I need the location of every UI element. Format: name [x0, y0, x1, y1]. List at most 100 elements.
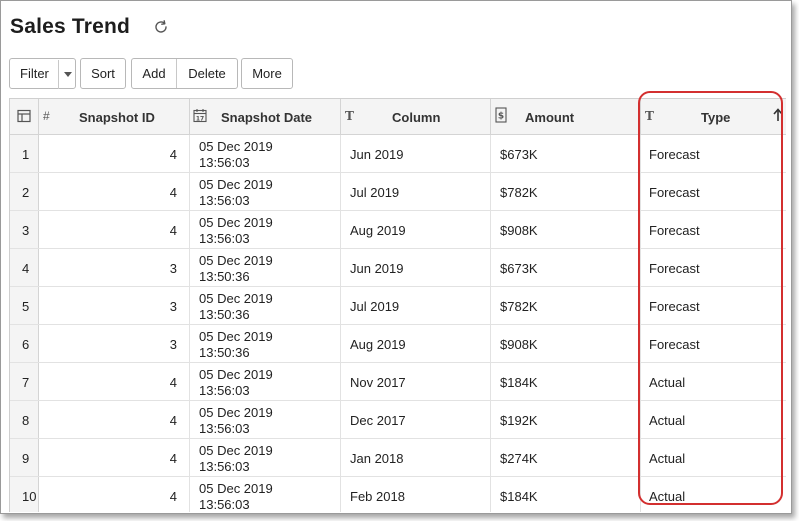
- type-cell[interactable]: Actual: [641, 363, 786, 400]
- column-header-label: Amount: [525, 110, 575, 125]
- amount-cell[interactable]: $184K: [491, 477, 641, 512]
- column-cell[interactable]: Aug 2019: [341, 325, 491, 362]
- snapshot-date-cell[interactable]: 05 Dec 2019 13:50:36: [190, 249, 341, 286]
- amount-cell[interactable]: $908K: [491, 325, 641, 362]
- sort-up-arrow-icon[interactable]: [773, 108, 783, 125]
- type-cell[interactable]: Forecast: [641, 135, 786, 172]
- more-label: More: [252, 66, 282, 81]
- column-header-snapshot-id[interactable]: # Snapshot ID: [39, 99, 190, 135]
- amount-cell[interactable]: $673K: [491, 249, 641, 286]
- amount-text: $908K: [500, 337, 538, 352]
- delete-button[interactable]: Delete: [177, 59, 237, 88]
- table-row[interactable]: 4 3 05 Dec 2019 13:50:36 Jun 2019 $673K Foreca…: [10, 249, 786, 287]
- column-header-label: Column: [392, 110, 441, 125]
- amount-cell[interactable]: $274K: [491, 439, 641, 476]
- amount-cell[interactable]: $782K: [491, 173, 641, 210]
- snapshot-id-cell[interactable]: 3: [39, 325, 190, 362]
- snapshot-date-text: 05 Dec 2019: [199, 253, 273, 268]
- snapshot-date-cell[interactable]: 05 Dec 2019 13:50:36: [190, 287, 341, 324]
- snapshot-date-cell[interactable]: 05 Dec 2019 13:56:03: [190, 363, 341, 400]
- column-cell[interactable]: Dec 2017: [341, 401, 491, 438]
- amount-text: $192K: [500, 413, 538, 428]
- filter-button[interactable]: Filter: [9, 58, 76, 89]
- snapshot-date-cell[interactable]: 05 Dec 2019 13:56:03: [190, 477, 341, 512]
- column-cell[interactable]: Jun 2019: [341, 135, 491, 172]
- column-cell[interactable]: Nov 2017: [341, 363, 491, 400]
- column-cell[interactable]: Feb 2018: [341, 477, 491, 512]
- table-row[interactable]: 10 4 05 Dec 2019 13:56:03 Feb 2018 $184K Actua…: [10, 477, 786, 512]
- amount-cell[interactable]: $908K: [491, 211, 641, 248]
- column-cell[interactable]: Jul 2019: [341, 173, 491, 210]
- amount-cell[interactable]: $673K: [491, 135, 641, 172]
- column-header-label: Snapshot Date: [221, 110, 313, 125]
- row-number-cell[interactable]: 8: [10, 401, 39, 438]
- snapshot-id-cell[interactable]: 4: [39, 439, 190, 476]
- refresh-icon[interactable]: [152, 18, 170, 36]
- table-row[interactable]: 7 4 05 Dec 2019 13:56:03 Nov 2017 $184K Actual: [10, 363, 786, 401]
- column-header-amount[interactable]: $ Amount: [491, 99, 641, 135]
- column-header-type[interactable]: T Type: [641, 99, 786, 135]
- type-cell[interactable]: Forecast: [641, 325, 786, 362]
- snapshot-date-cell[interactable]: 05 Dec 2019 13:56:03: [190, 211, 341, 248]
- snapshot-id-cell[interactable]: 4: [39, 211, 190, 248]
- amount-cell[interactable]: $192K: [491, 401, 641, 438]
- table-layout-icon[interactable]: [17, 109, 31, 126]
- row-number-cell[interactable]: 1: [10, 135, 39, 172]
- amount-text: $782K: [500, 185, 538, 200]
- chevron-down-icon[interactable]: [64, 72, 72, 77]
- row-number-cell[interactable]: 6: [10, 325, 39, 362]
- snapshot-id-cell[interactable]: 4: [39, 477, 190, 512]
- row-number-cell[interactable]: 2: [10, 173, 39, 210]
- type-cell[interactable]: Forecast: [641, 287, 786, 324]
- snapshot-date-cell[interactable]: 05 Dec 2019 13:56:03: [190, 439, 341, 476]
- table-row[interactable]: 5 3 05 Dec 2019 13:50:36 Jul 2019 $782K Foreca…: [10, 287, 786, 325]
- table-row[interactable]: 1 4 05 Dec 2019 13:56:03 Jun 2019 $673K Foreca…: [10, 135, 786, 173]
- snapshot-date-cell[interactable]: 05 Dec 2019 13:56:03: [190, 401, 341, 438]
- type-cell[interactable]: Forecast: [641, 211, 786, 248]
- row-number-text: 5: [22, 299, 30, 314]
- type-cell[interactable]: Actual: [641, 439, 786, 476]
- snapshot-id-cell[interactable]: 4: [39, 173, 190, 210]
- type-cell[interactable]: Actual: [641, 477, 786, 512]
- row-number-cell[interactable]: 7: [10, 363, 39, 400]
- amount-cell[interactable]: $184K: [491, 363, 641, 400]
- table-row[interactable]: 3 4 05 Dec 2019 13:56:03 Aug 2019 $908K Foreca…: [10, 211, 786, 249]
- column-text: Jul 2019: [350, 299, 400, 314]
- table-row[interactable]: 6 3 05 Dec 2019 13:50:36 Aug 2019 $908K Foreca…: [10, 325, 786, 363]
- column-cell[interactable]: Jun 2019: [341, 249, 491, 286]
- row-number-text: 9: [22, 451, 30, 466]
- snapshot-id-cell[interactable]: 4: [39, 401, 190, 438]
- type-cell[interactable]: Forecast: [641, 249, 786, 286]
- row-number-cell[interactable]: 10: [10, 477, 39, 512]
- snapshot-date-cell[interactable]: 05 Dec 2019 13:56:03: [190, 135, 341, 172]
- amount-text: $184K: [500, 375, 538, 390]
- row-number-cell[interactable]: 4: [10, 249, 39, 286]
- snapshot-date-text: 05 Dec 2019: [199, 215, 273, 230]
- column-cell[interactable]: Jan 2018: [341, 439, 491, 476]
- table-row[interactable]: 8 4 05 Dec 2019 13:56:03 Dec 2017 $192K Actual: [10, 401, 786, 439]
- table-row[interactable]: 9 4 05 Dec 2019 13:56:03 Jan 2018 $274K Actual: [10, 439, 786, 477]
- column-header-snapshot-date[interactable]: 17 Snapshot Date: [190, 99, 341, 135]
- add-button[interactable]: Add: [132, 59, 176, 88]
- snapshot-id-cell[interactable]: 4: [39, 363, 190, 400]
- amount-cell[interactable]: $782K: [491, 287, 641, 324]
- type-cell[interactable]: Forecast: [641, 173, 786, 210]
- column-text: Jan 2018: [350, 451, 404, 466]
- snapshot-id-cell[interactable]: 3: [39, 287, 190, 324]
- table-row[interactable]: 2 4 05 Dec 2019 13:56:03 Jul 2019 $782K Foreca…: [10, 173, 786, 211]
- column-text: Aug 2019: [350, 337, 406, 352]
- column-cell[interactable]: Jul 2019: [341, 287, 491, 324]
- row-number-cell[interactable]: 9: [10, 439, 39, 476]
- sort-button[interactable]: Sort: [80, 58, 126, 89]
- snapshot-date-text: 05 Dec 2019: [199, 443, 273, 458]
- column-cell[interactable]: Aug 2019: [341, 211, 491, 248]
- snapshot-id-cell[interactable]: 4: [39, 135, 190, 172]
- snapshot-id-cell[interactable]: 3: [39, 249, 190, 286]
- snapshot-date-cell[interactable]: 05 Dec 2019 13:50:36: [190, 325, 341, 362]
- snapshot-date-cell[interactable]: 05 Dec 2019 13:56:03: [190, 173, 341, 210]
- column-header-column[interactable]: T Column: [341, 99, 491, 135]
- row-number-cell[interactable]: 3: [10, 211, 39, 248]
- more-button[interactable]: More: [241, 58, 293, 89]
- row-number-cell[interactable]: 5: [10, 287, 39, 324]
- type-cell[interactable]: Actual: [641, 401, 786, 438]
